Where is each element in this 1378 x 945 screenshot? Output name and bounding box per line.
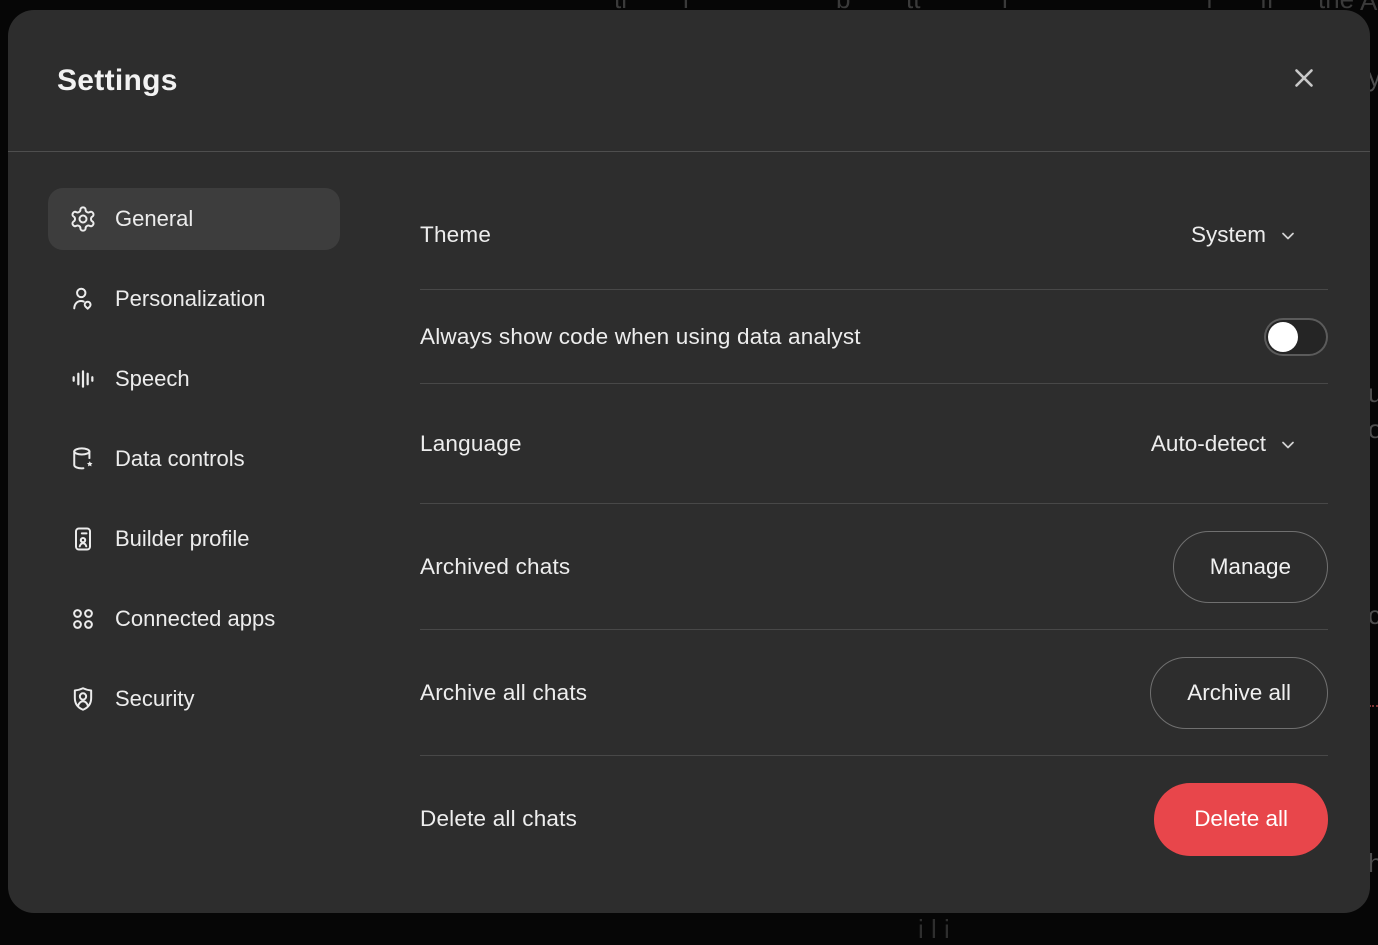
row-label: Delete all chats xyxy=(420,806,577,832)
settings-row-delete-all: Delete all chats Delete all xyxy=(420,756,1328,882)
settings-sidebar: General Personalization xyxy=(8,152,420,913)
settings-row-theme: Theme System xyxy=(420,180,1328,290)
sidebar-item-personalization[interactable]: Personalization xyxy=(48,268,340,330)
settings-row-archived-chats: Archived chats Manage xyxy=(420,504,1328,630)
grid-circles-icon xyxy=(69,605,97,633)
sidebar-item-general[interactable]: General xyxy=(48,188,340,250)
settings-row-archive-all: Archive all chats Archive all xyxy=(420,630,1328,756)
manage-button[interactable]: Manage xyxy=(1173,531,1328,603)
row-label: Always show code when using data analyst xyxy=(420,324,861,350)
close-button[interactable] xyxy=(1282,59,1326,103)
id-card-icon xyxy=(69,525,97,553)
sidebar-item-connected-apps[interactable]: Connected apps xyxy=(48,588,340,650)
sidebar-item-label: Connected apps xyxy=(115,606,275,632)
language-dropdown-value: Auto-detect xyxy=(1151,431,1266,457)
person-heart-icon xyxy=(69,285,97,313)
backdrop-spellcheck-squiggle xyxy=(1369,705,1378,707)
sidebar-item-data-controls[interactable]: Data controls xyxy=(48,428,340,490)
settings-row-language: Language Auto-detect xyxy=(420,384,1328,504)
gear-icon xyxy=(69,205,97,233)
database-gear-icon xyxy=(69,445,97,473)
sidebar-item-label: Security xyxy=(115,686,194,712)
sidebar-item-speech[interactable]: Speech xyxy=(48,348,340,410)
dialog-title: Settings xyxy=(57,64,178,98)
sidebar-item-label: Builder profile xyxy=(115,526,250,552)
sidebar-item-label: Speech xyxy=(115,366,190,392)
sidebar-item-label: General xyxy=(115,206,193,232)
dialog-body: General Personalization xyxy=(8,152,1370,913)
language-dropdown[interactable]: Auto-detect xyxy=(1151,431,1298,457)
chevron-down-icon xyxy=(1278,223,1298,246)
waveform-icon xyxy=(69,365,97,393)
show-code-toggle[interactable] xyxy=(1264,318,1328,356)
backdrop-text-fragment: AI xyxy=(1360,0,1378,17)
row-label: Language xyxy=(420,431,522,457)
toggle-knob xyxy=(1268,322,1298,352)
sidebar-item-label: Personalization xyxy=(115,286,265,312)
archive-all-button[interactable]: Archive all xyxy=(1150,657,1328,729)
settings-dialog: Settings General xyxy=(8,10,1370,913)
sidebar-item-builder-profile[interactable]: Builder profile xyxy=(48,508,340,570)
chevron-down-icon xyxy=(1278,432,1298,455)
settings-row-show-code: Always show code when using data analyst xyxy=(420,290,1328,384)
sidebar-item-label: Data controls xyxy=(115,446,245,472)
theme-dropdown[interactable]: System xyxy=(1191,222,1298,248)
sidebar-item-security[interactable]: Security xyxy=(48,668,340,730)
row-label: Archive all chats xyxy=(420,680,587,706)
row-label: Theme xyxy=(420,222,491,248)
dialog-header: Settings xyxy=(8,10,1370,152)
delete-all-button[interactable]: Delete all xyxy=(1154,783,1328,856)
row-label: Archived chats xyxy=(420,554,570,580)
backdrop-text-fragment: i l i xyxy=(918,914,950,945)
theme-dropdown-value: System xyxy=(1191,222,1266,248)
settings-content: Theme System Always show code when using… xyxy=(420,152,1370,913)
close-icon xyxy=(1289,63,1319,98)
shield-person-icon xyxy=(69,685,97,713)
